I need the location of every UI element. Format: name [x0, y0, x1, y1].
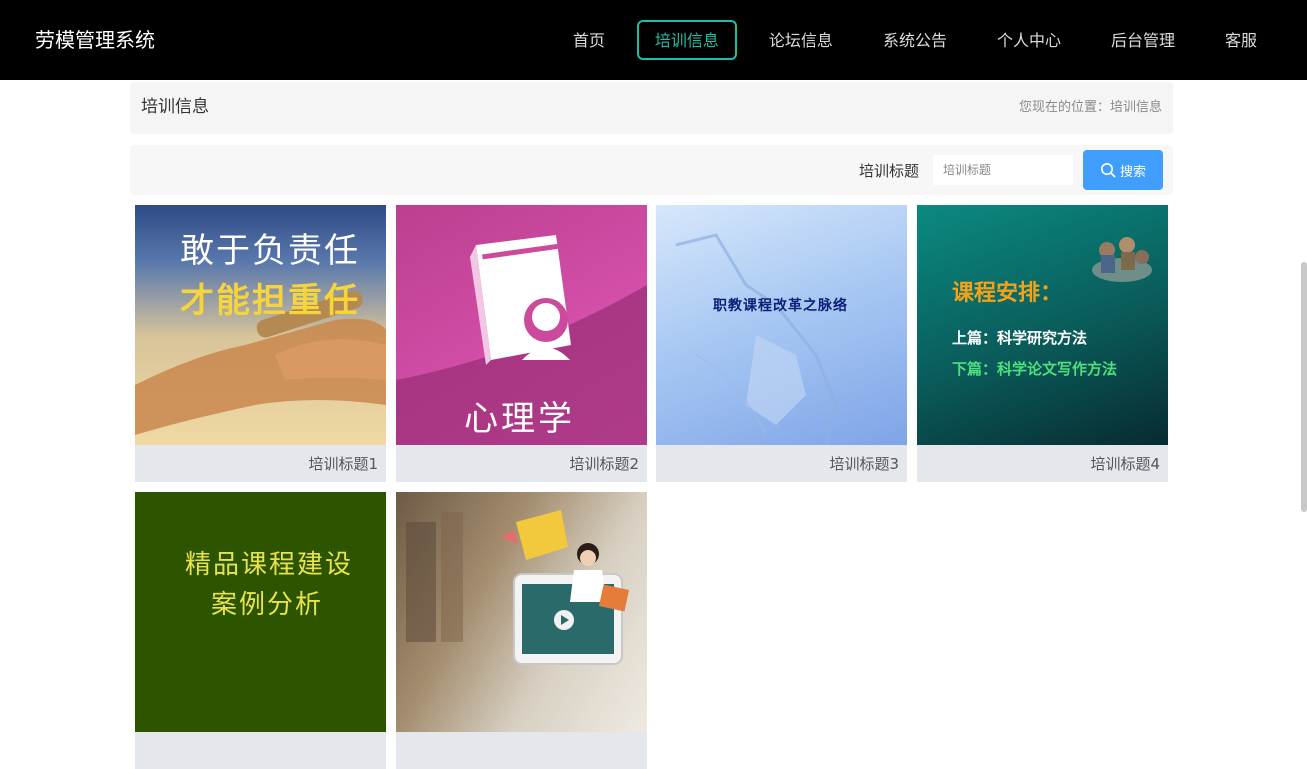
training-card[interactable]: 敢于负责任 才能担重任 培训标题1 [135, 205, 386, 482]
training-card-image: 职教课程改革之脉络 [656, 205, 907, 445]
training-card[interactable]: 心理学 培训标题2 [396, 205, 647, 482]
training-card-title[interactable]: 培训标题1 [308, 454, 378, 474]
location-prefix: 您现在的位置： [1018, 100, 1110, 115]
card-image-caption: 案例分析 [211, 590, 324, 620]
training-card-image: 心理学 [396, 205, 647, 445]
card-image-caption: 才能担重任 [180, 281, 360, 321]
main-nav: 首页 培训信息 论坛信息 系统公告 个人中心 后台管理 客服 [541, 20, 1275, 60]
training-card-image [396, 492, 647, 732]
top-navbar: 劳模管理系统 首页 培训信息 论坛信息 系统公告 个人中心 后台管理 客服 [0, 0, 1307, 80]
search-input[interactable] [933, 155, 1073, 185]
search-button[interactable]: 搜索 [1083, 150, 1163, 190]
nav-forum[interactable]: 论坛信息 [751, 20, 851, 60]
search-bar: 培训标题 搜索 [130, 145, 1173, 195]
site-title[interactable]: 劳模管理系统 [35, 27, 155, 53]
card-image-caption: 敢于负责任 [180, 231, 360, 271]
nav-profile[interactable]: 个人中心 [979, 20, 1079, 60]
training-card-title[interactable]: 培训标题4 [1090, 454, 1160, 474]
training-card-image: 敢于负责任 才能担重任 [135, 205, 386, 445]
page-title: 培训信息 [141, 97, 209, 117]
location-current[interactable]: 培训信息 [1110, 99, 1162, 117]
training-card[interactable]: 精品课程建设 案例分析 [135, 492, 386, 769]
page-scrollbar[interactable] [1301, 262, 1307, 512]
search-label: 培训标题 [859, 162, 920, 180]
search-button-label: 搜索 [1119, 164, 1146, 180]
nav-home[interactable]: 首页 [555, 20, 623, 60]
card-image-caption: 下篇：科学论文写作方法 [952, 360, 1118, 378]
training-card-image: 精品课程建设 案例分析 [135, 492, 386, 732]
card-image-caption: 精品课程建设 [185, 550, 354, 580]
nav-training[interactable]: 培训信息 [636, 20, 737, 60]
card-image-caption: 课程安排： [952, 281, 1063, 306]
training-card[interactable]: 课程安排： 上篇：科学研究方法 下篇：科学论文写作方法 培训标题4 [917, 205, 1168, 482]
card-image-caption: 职教课程改革之脉络 [713, 298, 848, 314]
training-card-title[interactable]: 培训标题3 [829, 454, 899, 474]
card-image-caption: 心理学 [464, 399, 575, 439]
search-icon [1100, 163, 1116, 178]
nav-announcements[interactable]: 系统公告 [865, 20, 965, 60]
nav-admin[interactable]: 后台管理 [1093, 20, 1193, 60]
location-trail: 您现在的位置： 培训信息 [1019, 99, 1162, 117]
training-card-title[interactable]: 培训标题2 [569, 454, 639, 474]
training-card-image: 课程安排： 上篇：科学研究方法 下篇：科学论文写作方法 [917, 205, 1168, 445]
nav-support[interactable]: 客服 [1207, 20, 1275, 60]
training-card[interactable]: 职教课程改革之脉络 培训标题3 [656, 205, 907, 482]
training-card[interactable] [396, 492, 647, 769]
breadcrumb: 培训信息 您现在的位置： 培训信息 [130, 82, 1173, 134]
card-image-caption: 上篇：科学研究方法 [952, 329, 1088, 347]
